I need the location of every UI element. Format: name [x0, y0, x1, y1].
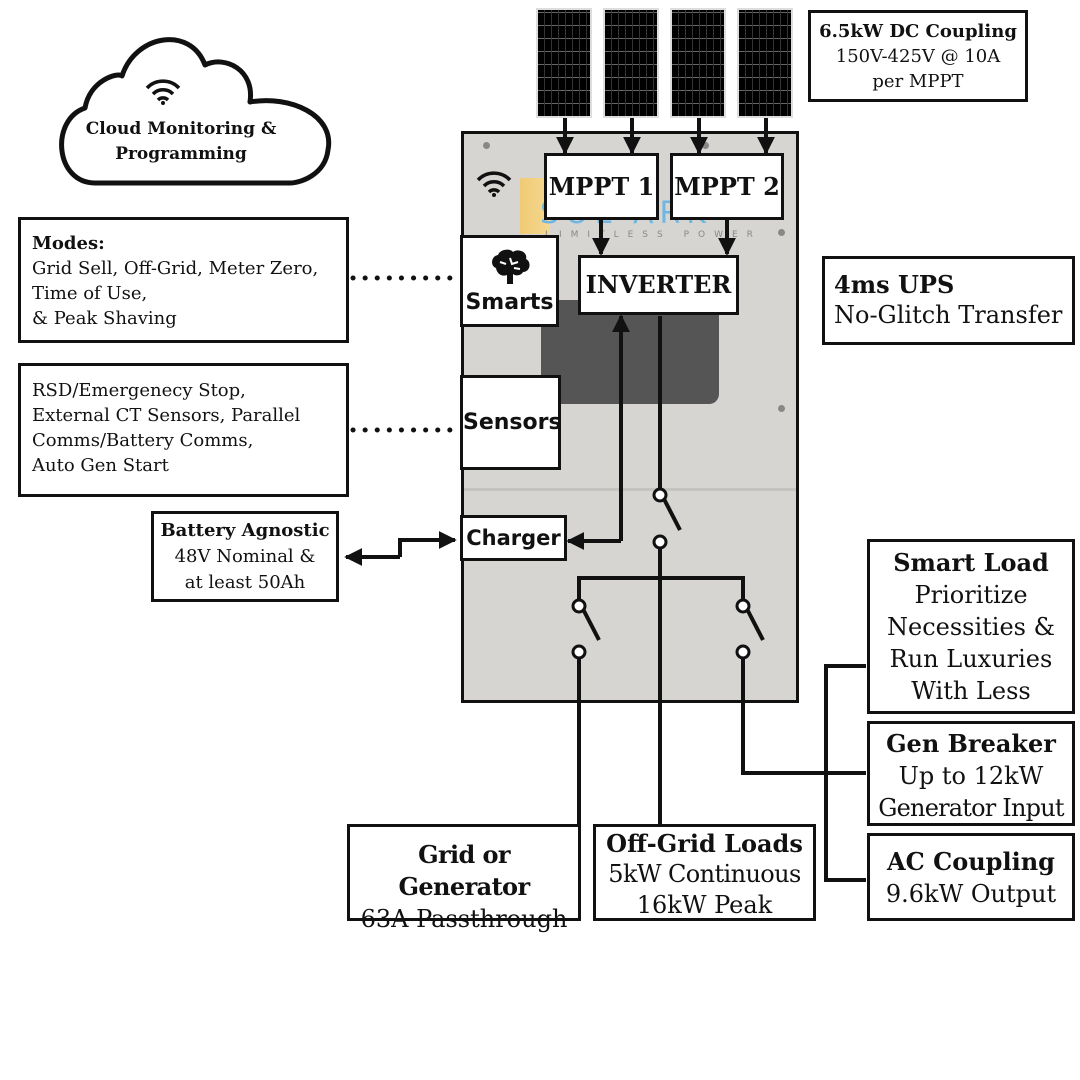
mppt1-box: MPPT 1: [544, 153, 659, 220]
cloud-monitoring-label: Cloud Monitoring & Programming: [66, 117, 296, 167]
inverter-box: INVERTER: [578, 255, 739, 315]
grid-generator-box: Grid or Generator 63A Passthrough: [347, 824, 581, 933]
dc-coupling-line2: per MPPT: [872, 71, 964, 92]
battery-box: Battery Agnostic 48V Nominal & at least …: [151, 511, 339, 602]
smart-load-line: Necessities &: [887, 613, 1055, 641]
offgrid-line1: 5kW Continuous: [608, 860, 801, 888]
smart-load-box: Smart Load Prioritize Necessities & Run …: [867, 539, 1075, 714]
cloud-label-line2: Programming: [115, 144, 247, 164]
dc-coupling-title: 6.5kW DC Coupling: [819, 21, 1017, 42]
ups-line1: No-Glitch Transfer: [834, 301, 1063, 329]
diagram-canvas: SOL-ARK LIMITLESS POWER: [0, 0, 1080, 1080]
battery-line2: at least 50Ah: [184, 572, 306, 593]
sensors-info-line: External CT Sensors, Parallel: [32, 405, 301, 426]
battery-line1: 48V Nominal &: [174, 546, 316, 567]
smart-load-line: With Less: [911, 677, 1031, 705]
modes-box: Modes: Grid Sell, Off-Grid, Meter Zero, …: [18, 217, 349, 343]
dc-coupling-line1: 150V-425V @ 10A: [835, 46, 1001, 67]
grid-line1: 63A Passthrough: [360, 905, 568, 933]
smart-load-title: Smart Load: [893, 548, 1049, 577]
smarts-label: Smarts: [465, 290, 554, 315]
offgrid-loads-box: Off-Grid Loads 5kW Continuous 16kW Peak: [593, 824, 816, 921]
sensors-info-line: Auto Gen Start: [32, 455, 169, 476]
sensors-info-line: Comms/Battery Comms,: [32, 430, 254, 451]
gen-breaker-line2: Generator Input: [878, 794, 1064, 822]
ac-coupling-box: AC Coupling 9.6kW Output: [867, 833, 1075, 921]
sensors-box: Sensors: [460, 375, 562, 470]
wifi-icon: [476, 171, 512, 197]
modes-title: Modes:: [32, 233, 105, 254]
ac-coupling-title: AC Coupling: [887, 847, 1055, 876]
ups-box: 4ms UPS No-Glitch Transfer: [822, 256, 1075, 345]
grid-title: Grid or Generator: [398, 840, 530, 901]
cloud-label-line1: Cloud Monitoring &: [85, 119, 277, 139]
smarts-box: Smarts: [460, 235, 559, 327]
brain-icon: [491, 249, 530, 284]
offgrid-line2: 16kW Peak: [636, 891, 773, 919]
offgrid-title: Off-Grid Loads: [606, 829, 803, 858]
smart-load-line: Run Luxuries: [889, 645, 1053, 673]
sensors-info-line: RSD/Emergenecy Stop,: [32, 380, 246, 401]
modes-line: & Peak Shaving: [32, 308, 177, 329]
modes-line: Time of Use,: [32, 283, 148, 304]
dc-coupling-box: 6.5kW DC Coupling 150V-425V @ 10A per MP…: [808, 10, 1028, 102]
sensors-info-box: RSD/Emergenecy Stop, External CT Sensors…: [18, 363, 349, 497]
gen-breaker-box: Gen Breaker Up to 12kW Generator Input: [867, 721, 1075, 826]
ups-title: 4ms UPS: [834, 270, 955, 299]
battery-title: Battery Agnostic: [160, 520, 330, 541]
gen-breaker-line1: Up to 12kW: [898, 762, 1044, 790]
charger-box: Charger: [460, 515, 567, 561]
gen-breaker-title: Gen Breaker: [886, 729, 1056, 758]
smart-load-line: Prioritize: [914, 581, 1028, 609]
mppt2-box: MPPT 2: [670, 153, 784, 220]
modes-line: Grid Sell, Off-Grid, Meter Zero,: [32, 258, 319, 279]
ac-coupling-line1: 9.6kW Output: [885, 880, 1057, 908]
